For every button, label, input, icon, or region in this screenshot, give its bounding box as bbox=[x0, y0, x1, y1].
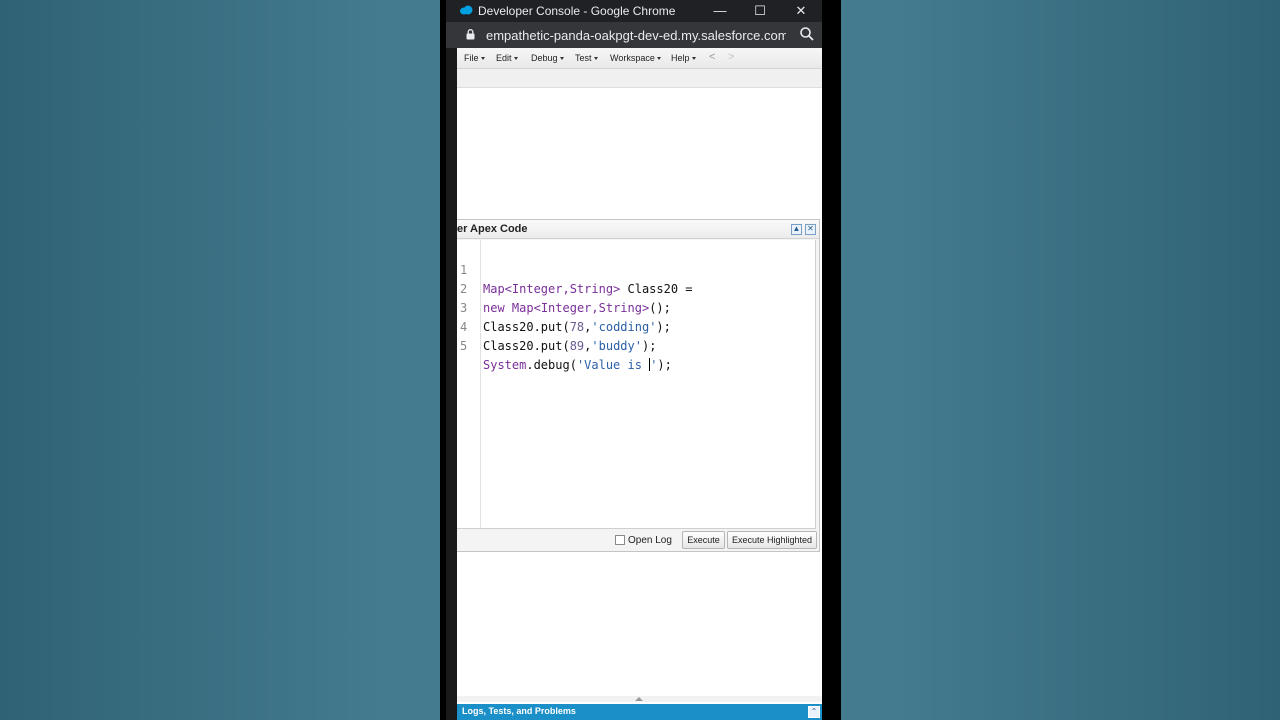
menu-help[interactable]: Help bbox=[671, 53, 696, 63]
execute-anonymous-dialog: er Apex Code ▲ ✕ 1 Map<Integer,String> C… bbox=[457, 219, 820, 552]
code-line[interactable]: 1 Map<Integer,String> Class20 = bbox=[457, 242, 815, 296]
salesforce-cloud-icon bbox=[460, 5, 473, 15]
dialog-title: er Apex Code bbox=[457, 223, 528, 235]
address-bar[interactable]: empathetic-panda-oakpgt-dev-ed.my.salesf… bbox=[446, 22, 822, 48]
menu-workspace[interactable]: Workspace bbox=[610, 53, 661, 63]
execute-button[interactable]: Execute bbox=[682, 531, 725, 549]
window-left-edge bbox=[446, 48, 457, 720]
caret-down-icon bbox=[559, 57, 564, 61]
window-title: Developer Console - Google Chrome bbox=[478, 4, 676, 18]
open-log-label[interactable]: Open Log bbox=[628, 535, 672, 546]
caret-down-icon bbox=[593, 57, 598, 61]
caret-down-icon bbox=[691, 57, 696, 61]
editor-tabs-bar bbox=[457, 69, 822, 88]
line-number: 5 bbox=[460, 339, 468, 353]
maximize-button[interactable]: ☐ bbox=[749, 2, 771, 20]
menu-file[interactable]: File bbox=[464, 53, 485, 63]
browser-titlebar: Developer Console - Google Chrome — ☐ ✕ bbox=[446, 0, 822, 22]
panel-splitter[interactable] bbox=[457, 696, 822, 702]
code-line[interactable]: 3 Class20.put(78,'codding'); bbox=[457, 280, 815, 334]
close-dialog-icon[interactable]: ✕ bbox=[805, 224, 816, 235]
developer-console: File Edit Debug Test Workspace Help < > … bbox=[457, 48, 822, 720]
magnifier-icon[interactable] bbox=[798, 25, 816, 43]
logs-tests-problems-bar[interactable]: Logs, Tests, and Problems ⌃ bbox=[457, 704, 822, 720]
menu-bar: File Edit Debug Test Workspace Help < > bbox=[457, 48, 822, 69]
splitter-grip-icon bbox=[635, 697, 643, 701]
code-line[interactable]: 2 new Map<Integer,String>(); bbox=[457, 261, 815, 315]
bottom-panel-label: Logs, Tests, and Problems bbox=[462, 706, 576, 716]
code-text: System.debug('Value is '); bbox=[483, 358, 672, 372]
caret-down-icon bbox=[513, 57, 518, 61]
forward-button[interactable]: > bbox=[728, 51, 734, 63]
code-editor[interactable]: 1 Map<Integer,String> Class20 = 2 new Ma… bbox=[457, 240, 816, 529]
code-line[interactable]: 5 System.debug('Value is '); bbox=[457, 318, 815, 372]
lock-icon bbox=[466, 29, 475, 40]
url-text[interactable]: empathetic-panda-oakpgt-dev-ed.my.salesf… bbox=[486, 28, 786, 43]
menu-debug[interactable]: Debug bbox=[531, 53, 564, 63]
dialog-footer: Open Log Execute Execute Highlighted bbox=[457, 530, 819, 551]
expand-panel-icon[interactable]: ⌃ bbox=[808, 706, 820, 718]
code-line[interactable]: 4 Class20.put(89,'buddy'); bbox=[457, 299, 815, 353]
menu-test[interactable]: Test bbox=[575, 53, 598, 63]
maximize-dialog-icon[interactable]: ▲ bbox=[791, 224, 802, 235]
minimize-button[interactable]: — bbox=[709, 2, 731, 20]
back-button[interactable]: < bbox=[709, 51, 715, 63]
menu-edit[interactable]: Edit bbox=[496, 53, 518, 63]
caret-down-icon bbox=[480, 57, 485, 61]
caret-down-icon bbox=[656, 57, 661, 61]
close-button[interactable]: ✕ bbox=[790, 2, 812, 20]
execute-highlighted-button[interactable]: Execute Highlighted bbox=[727, 531, 817, 549]
dialog-header[interactable]: er Apex Code ▲ ✕ bbox=[457, 220, 819, 239]
open-log-checkbox[interactable] bbox=[615, 535, 625, 545]
